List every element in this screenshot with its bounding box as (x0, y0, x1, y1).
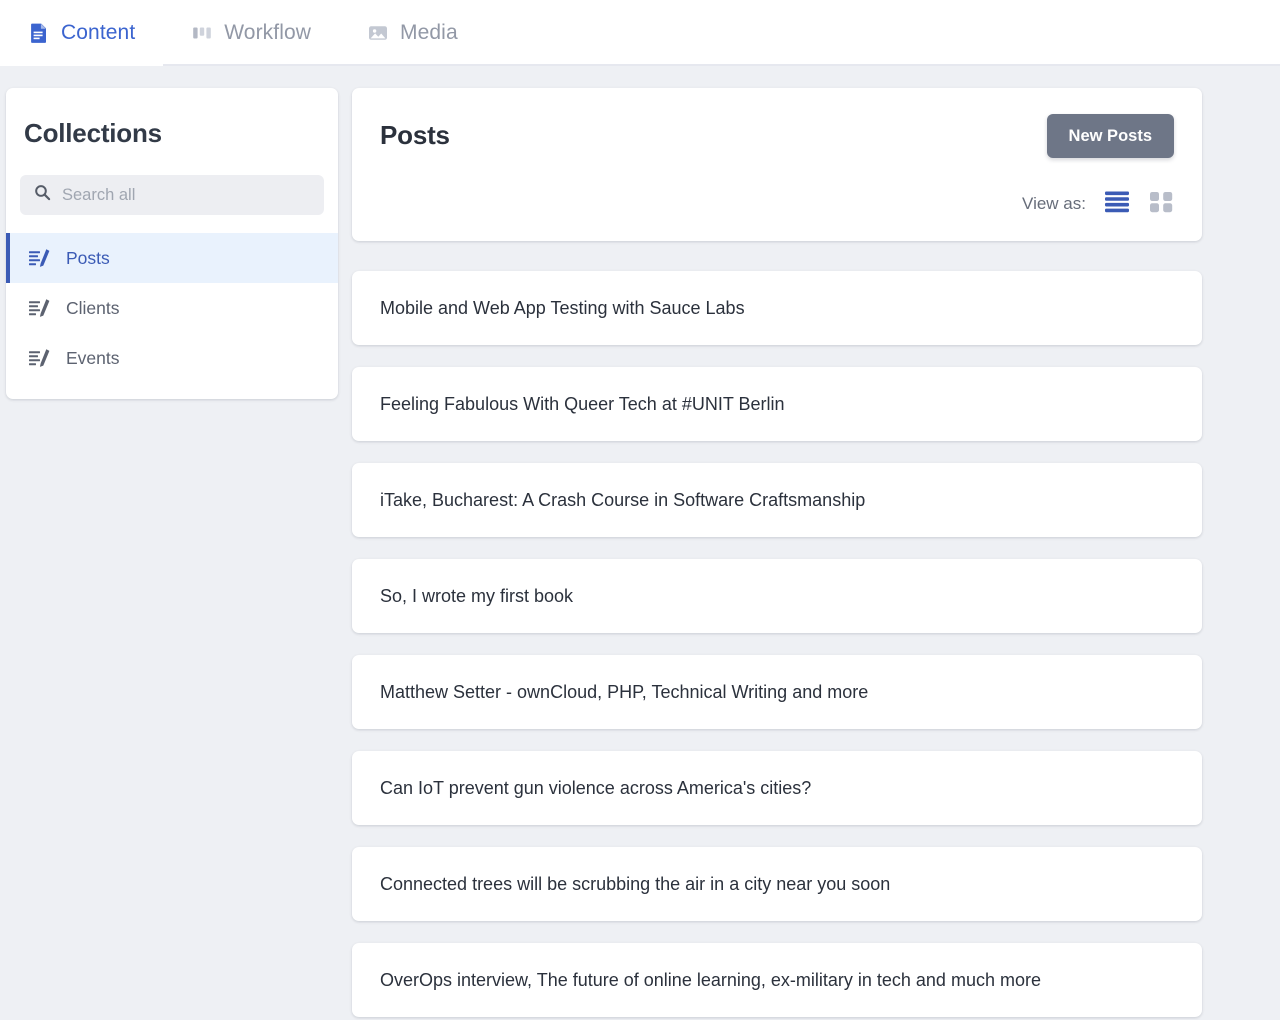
tab-content-label: Content (61, 21, 135, 45)
sidebar-item-events[interactable]: Events (6, 333, 338, 383)
posts-header-panel: Posts New Posts View as: (352, 88, 1202, 241)
header-row: Posts New Posts (380, 114, 1174, 158)
list-item[interactable]: OverOps interview, The future of online … (352, 943, 1202, 1017)
list-item[interactable]: So, I wrote my first book (352, 559, 1202, 633)
main-column: Posts New Posts View as: (352, 88, 1280, 1020)
page-title: Posts (380, 120, 450, 151)
grid-view-icon[interactable] (1148, 188, 1174, 219)
sidebar-item-events-label: Events (66, 348, 120, 369)
tab-workflow-label: Workflow (224, 21, 311, 45)
search-box[interactable] (20, 175, 324, 215)
sidebar-item-posts[interactable]: Posts (6, 233, 338, 283)
post-title: Feeling Fabulous With Queer Tech at #UNI… (380, 394, 785, 415)
collections-title: Collections (6, 88, 338, 149)
search-icon (34, 184, 51, 206)
edit-document-icon (28, 247, 52, 269)
list-item[interactable]: Mobile and Web App Testing with Sauce La… (352, 271, 1202, 345)
page-body: Collections (0, 66, 1280, 1020)
sidebar-item-clients-label: Clients (66, 298, 120, 319)
list-item[interactable]: Connected trees will be scrubbing the ai… (352, 847, 1202, 921)
sidebar-item-posts-label: Posts (66, 248, 110, 269)
post-title: OverOps interview, The future of online … (380, 970, 1041, 991)
top-navigation-bar: Content Workflow Media (0, 0, 1280, 66)
collections-panel: Collections (6, 88, 338, 399)
post-title: So, I wrote my first book (380, 586, 573, 607)
columns-icon (191, 22, 213, 44)
post-title: Matthew Setter - ownCloud, PHP, Technica… (380, 682, 868, 703)
image-icon (367, 22, 389, 44)
sidebar-item-clients[interactable]: Clients (6, 283, 338, 333)
view-as-label: View as: (1022, 194, 1086, 214)
tab-workflow[interactable]: Workflow (163, 0, 339, 66)
edit-document-icon (28, 347, 52, 369)
document-icon (28, 22, 50, 44)
tab-media[interactable]: Media (339, 0, 486, 66)
post-title: Mobile and Web App Testing with Sauce La… (380, 298, 745, 319)
new-posts-button[interactable]: New Posts (1047, 114, 1174, 158)
tab-content[interactable]: Content (0, 0, 163, 66)
sidebar-column: Collections (0, 88, 352, 399)
list-item[interactable]: Feeling Fabulous With Queer Tech at #UNI… (352, 367, 1202, 441)
list-view-icon[interactable] (1104, 188, 1130, 219)
list-item[interactable]: iTake, Bucharest: A Crash Course in Soft… (352, 463, 1202, 537)
post-title: Connected trees will be scrubbing the ai… (380, 874, 890, 895)
search-input[interactable] (62, 186, 310, 205)
post-title: Can IoT prevent gun violence across Amer… (380, 778, 811, 799)
tab-media-label: Media (400, 21, 458, 45)
edit-document-icon (28, 297, 52, 319)
view-as-controls: View as: (380, 188, 1174, 219)
post-title: iTake, Bucharest: A Crash Course in Soft… (380, 490, 865, 511)
list-item[interactable]: Can IoT prevent gun violence across Amer… (352, 751, 1202, 825)
post-list: Mobile and Web App Testing with Sauce La… (352, 271, 1202, 1020)
list-item[interactable]: Matthew Setter - ownCloud, PHP, Technica… (352, 655, 1202, 729)
